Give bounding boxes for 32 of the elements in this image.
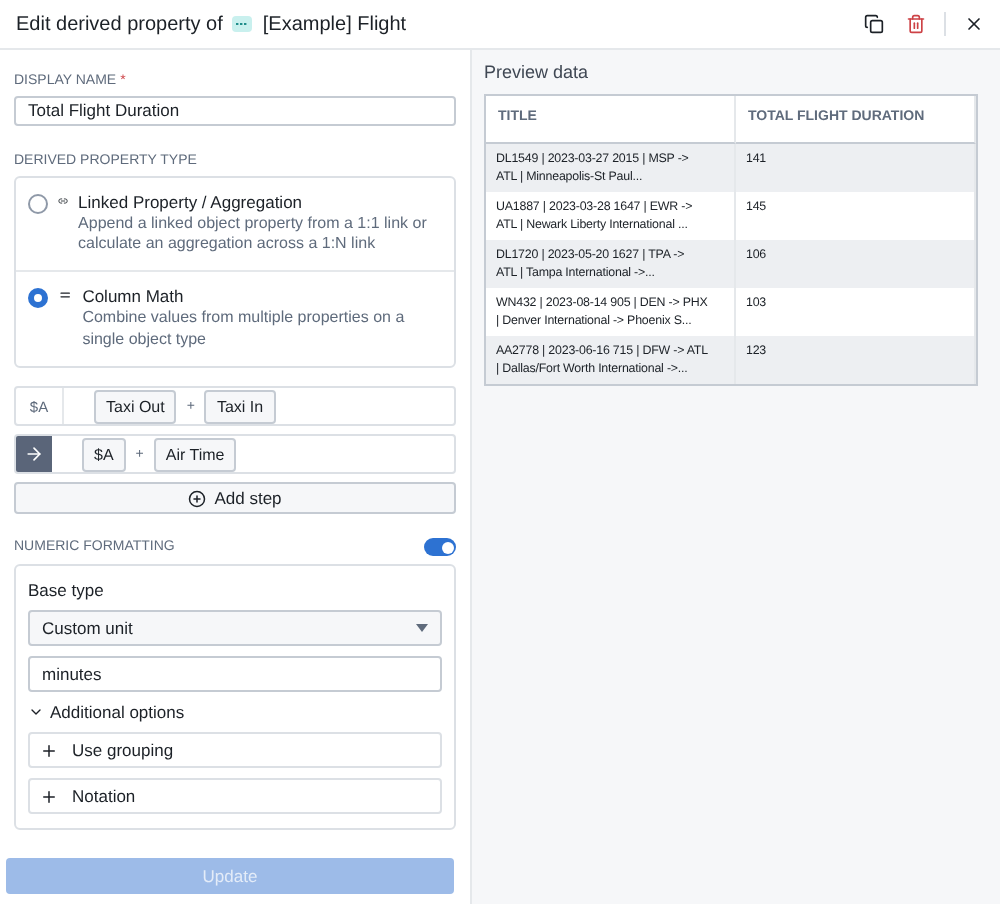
base-type-label: Base type bbox=[28, 580, 106, 600]
option-title: Linked Property / Aggregation bbox=[78, 191, 305, 212]
radio-button[interactable] bbox=[28, 288, 48, 309]
radio-button[interactable] bbox=[28, 193, 48, 214]
plus-icon bbox=[40, 787, 58, 805]
preview-title: Preview data bbox=[484, 62, 591, 82]
plus-circle-icon bbox=[188, 489, 207, 508]
trash-icon[interactable] bbox=[906, 14, 926, 34]
toggle-switch[interactable] bbox=[424, 538, 456, 556]
copy-icon[interactable] bbox=[864, 14, 884, 34]
operand-chip[interactable]: Taxi In bbox=[204, 389, 276, 424]
add-step-button[interactable]: Add step bbox=[14, 482, 456, 514]
display-name-field[interactable]: Total Flight Duration bbox=[14, 96, 456, 126]
operand-chip[interactable]: $A bbox=[82, 437, 126, 472]
operand-chip[interactable]: Air Time bbox=[153, 437, 237, 472]
object-type-icon bbox=[232, 16, 253, 32]
option-description: Append a linked object property from a 1:1 link or calculate an aggregation across a 1:N link bbox=[78, 213, 429, 257]
unit-field[interactable]: minutes bbox=[28, 656, 442, 692]
arrow-right-icon bbox=[16, 436, 52, 473]
object-type-name: [Example] Flight bbox=[262, 13, 407, 35]
base-type-select[interactable]: Custom unit bbox=[28, 610, 442, 646]
option-description: Combine values from multiple properties on a single object type bbox=[82, 308, 407, 352]
chevron-icon bbox=[28, 704, 44, 720]
additional-options-toggle[interactable]: Additional options bbox=[28, 702, 442, 722]
dialog-title: Edit derived property of bbox=[16, 13, 223, 35]
option-row[interactable]: Use grouping bbox=[28, 732, 442, 768]
option-row[interactable]: Notation bbox=[28, 778, 442, 814]
option-title: Column Math bbox=[82, 286, 186, 307]
plus-icon bbox=[40, 741, 58, 759]
close-icon[interactable] bbox=[964, 14, 984, 34]
operand-chip[interactable]: Taxi Out bbox=[94, 389, 177, 424]
caret-icon bbox=[416, 624, 428, 632]
